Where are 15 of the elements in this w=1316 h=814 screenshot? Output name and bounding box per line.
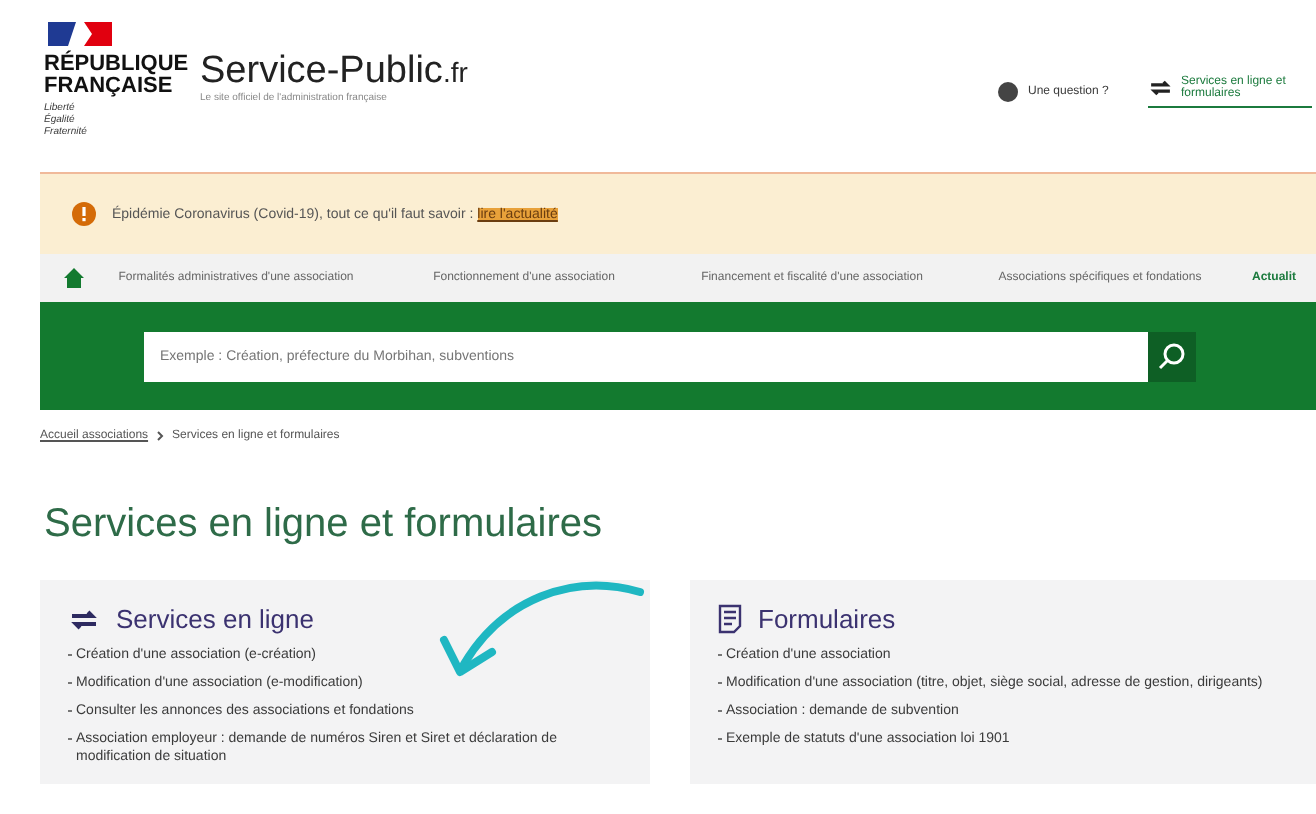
chevron-icon — [156, 430, 165, 442]
home-icon[interactable] — [64, 268, 84, 288]
card-title: Services en ligne — [116, 604, 314, 634]
site-name[interactable]: Service-Public.fr — [200, 52, 468, 92]
republic-name: RÉPUBLIQUE FRANÇAISE — [44, 54, 191, 98]
help-icon — [996, 80, 1020, 104]
exchange-arrows-icon — [68, 609, 100, 629]
warning-icon — [72, 202, 96, 226]
page-title: Services en ligne et formulaires — [44, 502, 605, 548]
flag-logo-icon — [44, 20, 116, 48]
exchange-arrows-icon — [1148, 78, 1174, 98]
document-icon — [718, 604, 742, 634]
search-icon — [1158, 342, 1186, 370]
search-button[interactable] — [1148, 331, 1196, 381]
card-title: Formulaires — [758, 604, 896, 634]
